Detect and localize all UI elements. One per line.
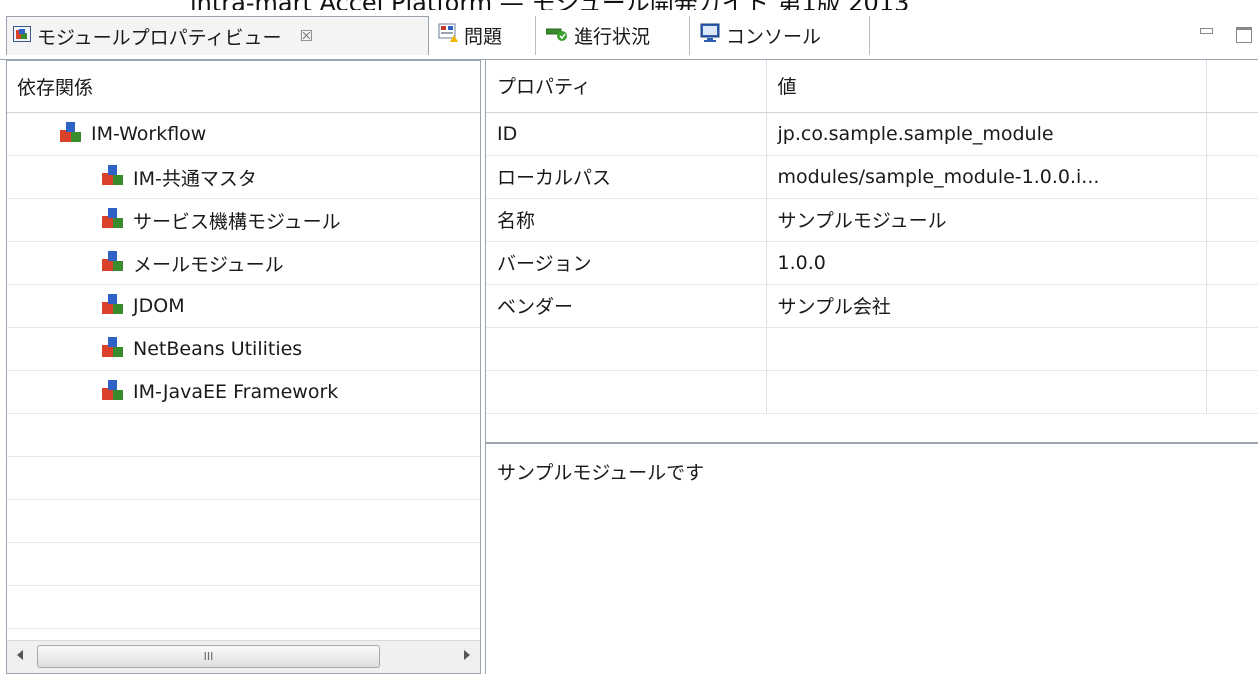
column-header-property[interactable]: プロパティ: [486, 60, 767, 113]
property-key: ベンダー: [486, 284, 767, 328]
horizontal-scrollbar[interactable]: III: [7, 640, 480, 673]
maximize-icon[interactable]: [1236, 27, 1252, 43]
property-key: 名称: [486, 198, 767, 242]
tab-console[interactable]: コンソール: [692, 16, 870, 55]
properties-header-row: プロパティ 値: [486, 60, 1258, 113]
tree-empty-row: [7, 586, 480, 629]
table-empty-row: [486, 370, 1258, 414]
tab-label: 問題: [464, 26, 503, 48]
module-icon: [102, 293, 124, 320]
module-icon: [102, 336, 124, 363]
property-value: 1.0.0: [766, 241, 1207, 285]
tree-item[interactable]: NetBeans Utilities: [7, 328, 480, 371]
console-icon: [700, 23, 720, 48]
property-value: jp.co.sample.sample_module: [766, 112, 1207, 156]
module-icon: [102, 207, 124, 234]
tree-item[interactable]: メールモジュール: [7, 242, 480, 285]
table-row[interactable]: ローカルパス modules/sample_module-1.0.0.i...: [486, 155, 1258, 199]
tab-label: コンソール: [726, 26, 822, 48]
table-empty-row: [486, 327, 1258, 371]
tree-item[interactable]: JDOM: [7, 285, 480, 328]
property-value: サンプル会社: [766, 284, 1207, 328]
tree-item-label: メールモジュール: [133, 253, 284, 276]
tree-empty-row: [7, 543, 480, 586]
tree-item[interactable]: サービス機構モジュール: [7, 199, 480, 242]
tree-item-label: サービス機構モジュール: [133, 210, 341, 233]
dependency-tree-header: 依存関係: [7, 61, 480, 113]
property-value: modules/sample_module-1.0.0.i...: [766, 155, 1207, 199]
property-key: ID: [486, 112, 767, 156]
minimize-icon[interactable]: [1200, 28, 1213, 34]
tab-problems[interactable]: 問題: [432, 16, 536, 55]
tree-empty-row: [7, 500, 480, 543]
properties-panel: プロパティ 値 ID jp.co.sample.sample_module ロー…: [485, 60, 1258, 674]
tree-item-label: NetBeans Utilities: [133, 338, 303, 360]
module-properties-icon: [13, 25, 31, 48]
scroll-left-icon[interactable]: [17, 650, 23, 660]
table-row[interactable]: ベンダー サンプル会社: [486, 284, 1258, 328]
module-icon: [102, 379, 124, 406]
tab-progress[interactable]: 進行状況: [538, 16, 690, 55]
tree-item-root[interactable]: IM-Workflow: [7, 113, 480, 156]
progress-icon: [545, 24, 568, 47]
module-description: サンプルモジュールです: [497, 462, 705, 484]
table-row[interactable]: バージョン 1.0.0: [486, 241, 1258, 285]
tree-item-label: JDOM: [133, 295, 185, 317]
tree-item-label: IM-Workflow: [91, 123, 207, 145]
module-icon: [102, 250, 124, 277]
scroll-right-icon[interactable]: [464, 650, 470, 660]
tree-item-label: IM-JavaEE Framework: [133, 381, 339, 403]
view-tab-bar: モジュールプロパティビュー ☒ 問題 進行状況 コンソール: [0, 10, 1258, 60]
module-icon: [60, 121, 82, 148]
properties-table-container: プロパティ 値 ID jp.co.sample.sample_module ロー…: [486, 60, 1258, 444]
property-key: ローカルパス: [486, 155, 767, 199]
table-row[interactable]: 名称 サンプルモジュール: [486, 198, 1258, 242]
tree-empty-row: [7, 457, 480, 500]
module-icon: [102, 164, 124, 191]
tab-label: 進行状況: [574, 26, 651, 48]
dependency-tree-panel: 依存関係 IM-Workflow IM-共通マスタ サービス機構モジュール メー…: [6, 60, 481, 674]
tab-module-properties[interactable]: モジュールプロパティビュー ☒: [6, 16, 429, 55]
table-row[interactable]: ID jp.co.sample.sample_module: [486, 112, 1258, 156]
scroll-grip: III: [203, 650, 214, 663]
column-header-value[interactable]: 値: [766, 60, 1207, 113]
properties-table: プロパティ 値 ID jp.co.sample.sample_module ロー…: [486, 60, 1258, 414]
property-key: バージョン: [486, 241, 767, 285]
property-value: サンプルモジュール: [766, 198, 1207, 242]
close-icon[interactable]: ☒: [300, 27, 313, 45]
problems-icon: [438, 23, 458, 48]
scroll-thumb[interactable]: III: [37, 645, 380, 668]
tree-empty-row: [7, 414, 480, 457]
tree-item[interactable]: IM-共通マスタ: [7, 156, 480, 199]
tree-item[interactable]: IM-JavaEE Framework: [7, 371, 480, 414]
tab-label: モジュールプロパティビュー: [37, 26, 282, 49]
tree-item-label: IM-共通マスタ: [133, 167, 257, 190]
column-header-empty: [1206, 60, 1258, 113]
